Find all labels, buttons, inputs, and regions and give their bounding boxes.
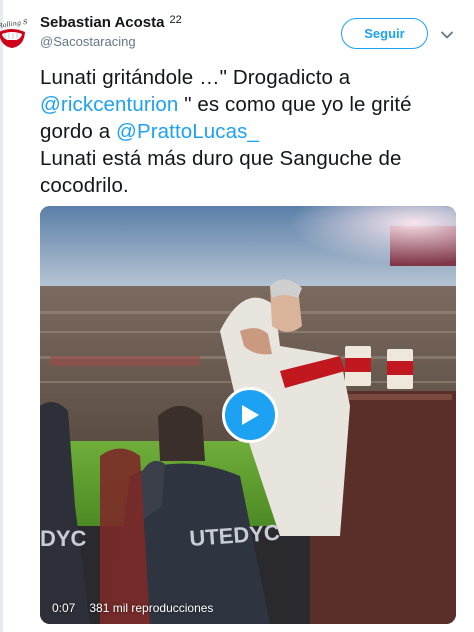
follow-button[interactable]: Seguir bbox=[341, 18, 428, 49]
chevron-down-icon[interactable] bbox=[440, 28, 454, 42]
mention-link[interactable]: @PrattoLucas_ bbox=[116, 120, 259, 143]
name-suffix: 22 bbox=[169, 14, 182, 26]
thread-line bbox=[0, 0, 3, 632]
video-duration: 0:07 bbox=[52, 601, 76, 615]
svg-text:Rolling Stones: Rolling Stones bbox=[0, 18, 28, 30]
tweet-text-segment: Lunati gritándole …" Drogadicto a bbox=[40, 66, 351, 89]
shirt-text-left: DYC bbox=[40, 526, 87, 551]
shirt-text: UTEDYC bbox=[189, 520, 281, 551]
rolling-stones-logo-icon: Rolling Stones bbox=[0, 15, 46, 48]
play-icon bbox=[242, 405, 259, 425]
avatar[interactable]: Rolling Stones bbox=[0, 15, 46, 54]
video-meta: 0:07 381 mil reproducciones bbox=[52, 601, 213, 615]
tweet-text-segment: Lunati está más duro que Sanguche de coc… bbox=[40, 147, 402, 197]
mention-link[interactable]: @rickcenturion bbox=[40, 93, 178, 116]
display-name[interactable]: Sebastian Acosta bbox=[40, 14, 165, 31]
video-views: 381 mil reproducciones bbox=[89, 601, 214, 615]
play-button[interactable] bbox=[222, 387, 278, 443]
tweet-text: Lunati gritándole …" Drogadicto a @rickc… bbox=[40, 64, 460, 199]
